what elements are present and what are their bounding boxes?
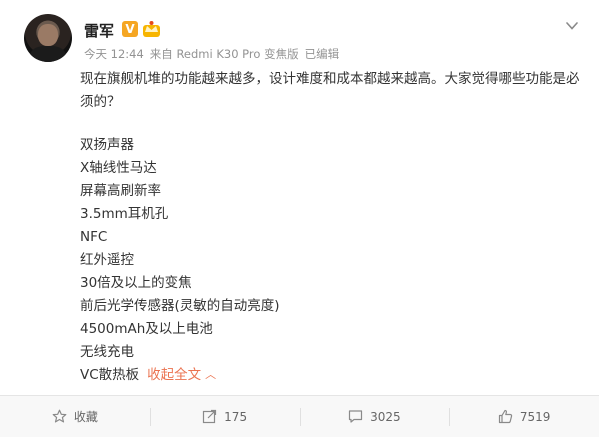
repost-count: 175 <box>224 409 248 424</box>
feature-list: 双扬声器 X轴线性马达 屏幕高刷新率 3.5mm耳机孔 NFC 红外遥控 30倍… <box>80 134 580 387</box>
chevron-up-icon[interactable]: ︿ <box>205 363 216 386</box>
action-toolbar: 收藏 175 3025 7519 <box>0 395 599 437</box>
list-item: 前后光学传感器(灵敏的自动亮度) <box>80 298 280 314</box>
list-item: 30倍及以上的变焦 <box>80 275 192 291</box>
list-item: X轴线性马达 <box>80 160 157 176</box>
weibo-post-card: 雷军 V 今天 12:44 来自 Redmi K30 Pro 变焦版 已编辑 现在旗… <box>0 0 599 437</box>
avatar-face <box>38 24 58 46</box>
favorite-label: 收藏 <box>73 410 98 424</box>
post-time[interactable]: 今天 12:44 <box>84 47 144 61</box>
list-item: 4500mAh及以上电池 <box>80 321 213 337</box>
list-item: 无线充电 <box>80 344 134 360</box>
list-item: VC散热板 收起全文 ︿ <box>80 364 580 387</box>
comment-count: 3025 <box>370 409 401 424</box>
chevron-down-icon[interactable] <box>566 20 578 32</box>
comment-button[interactable]: 3025 <box>299 396 450 437</box>
repost-button[interactable]: 175 <box>149 396 300 437</box>
list-item: 双扬声器 <box>80 137 134 153</box>
list-item: 红外遥控 <box>80 252 134 268</box>
avatar[interactable] <box>24 14 72 62</box>
comment-icon <box>348 410 363 423</box>
edited-label[interactable]: 已编辑 <box>305 47 340 61</box>
post-text: 现在旗舰机堆的功能越来越多，设计难度和成本都越来越高。大家觉得哪些功能是必须的？ <box>80 71 580 110</box>
thumbs-up-icon <box>498 409 513 424</box>
like-count: 7519 <box>519 409 551 424</box>
star-icon <box>52 409 67 423</box>
list-item: 3.5mm耳机孔 <box>80 206 169 222</box>
repost-icon <box>203 409 217 424</box>
list-item-text: VC散热板 <box>80 367 140 383</box>
verified-icon: V <box>122 21 138 37</box>
list-item: NFC <box>80 229 108 245</box>
list-item: 屏幕高刷新率 <box>80 183 161 199</box>
post-content: 现在旗舰机堆的功能越来越多，设计难度和成本都越来越高。大家觉得哪些功能是必须的？… <box>80 68 580 387</box>
favorite-button[interactable]: 收藏 <box>0 396 150 437</box>
post-source[interactable]: 来自 Redmi K30 Pro 变焦版 <box>150 47 299 61</box>
avatar-body <box>30 46 66 62</box>
post-meta: 今天 12:44 来自 Redmi K30 Pro 变焦版 已编辑 <box>84 46 345 62</box>
collapse-link[interactable]: 收起全文 <box>147 367 201 383</box>
like-button[interactable]: 7519 <box>449 396 599 437</box>
author-name[interactable]: 雷军 <box>84 20 114 41</box>
crown-icon <box>143 21 160 37</box>
